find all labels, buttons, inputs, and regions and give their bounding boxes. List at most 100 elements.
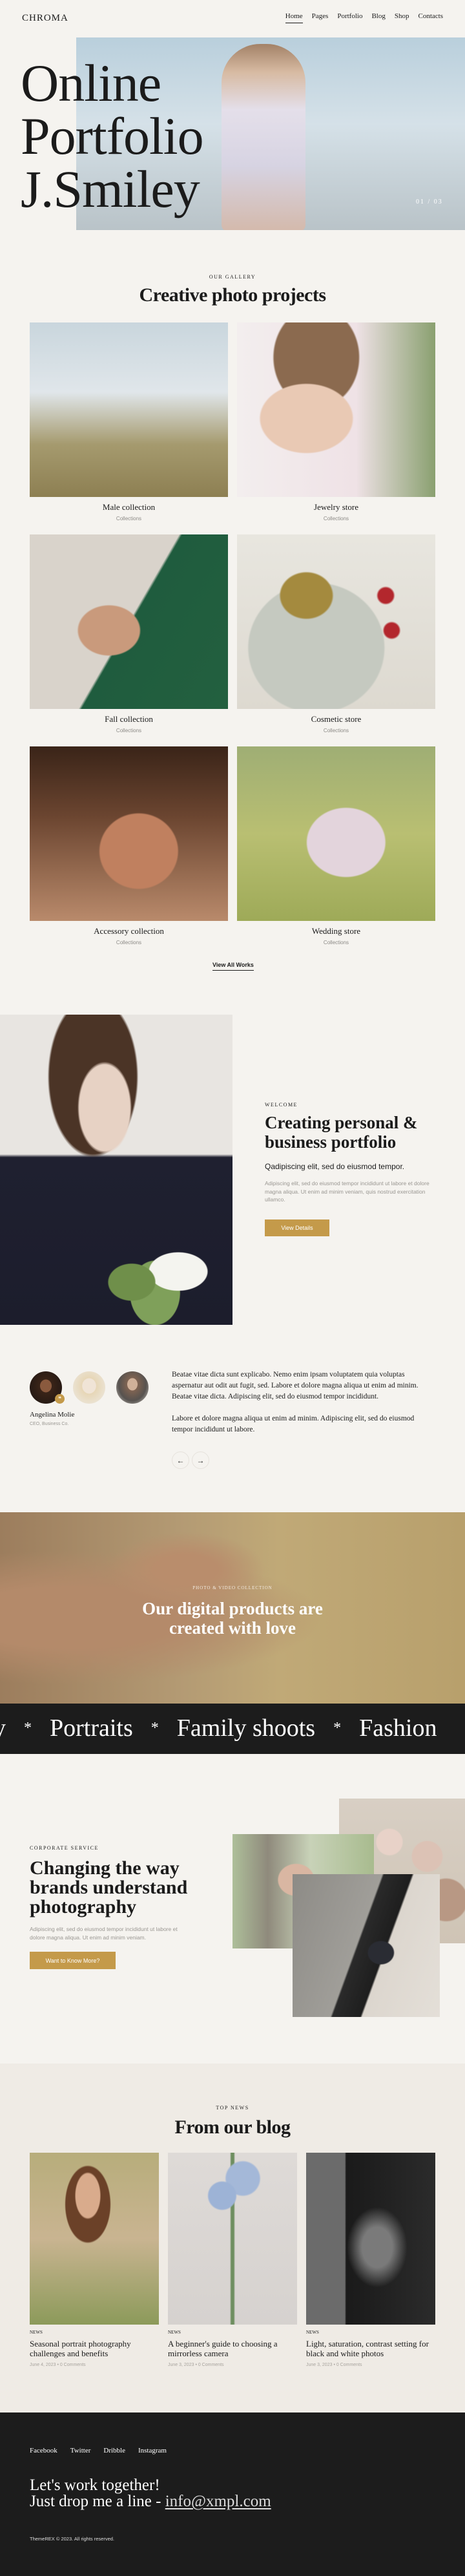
gallery-item-category[interactable]: Collections xyxy=(237,728,435,734)
blog-comments[interactable]: 0 Comments xyxy=(60,2363,86,2367)
blog-category[interactable]: NEWS xyxy=(30,2330,43,2335)
banner-title-line: created with love xyxy=(169,1618,296,1638)
gallery-item-category[interactable]: Collections xyxy=(237,940,435,945)
blog-post-title[interactable]: Light, saturation, contrast setting for … xyxy=(306,2339,435,2358)
gallery-image-accessory[interactable] xyxy=(30,746,228,921)
testimonial-name: Angelina Molie xyxy=(30,1411,75,1419)
gallery-item-category[interactable]: Collections xyxy=(30,728,228,734)
gallery-image-jewelry[interactable] xyxy=(237,322,435,497)
blog-category[interactable]: NEWS xyxy=(168,2330,181,2335)
welcome-flowers-image xyxy=(97,1218,213,1325)
services-marquee: y * Portraits * Family shoots * Fashion xyxy=(0,1704,465,1754)
view-all-works-link[interactable]: View All Works xyxy=(212,962,254,971)
logo[interactable]: CHROMA xyxy=(22,13,68,24)
hero-title-line: J.Smiley xyxy=(21,160,200,218)
gallery-image-cosmetic[interactable] xyxy=(237,534,435,709)
footer-cta-line: Let's work together! xyxy=(30,2476,160,2494)
dribble-link[interactable]: Dribble xyxy=(103,2447,125,2455)
slide-separator: / xyxy=(428,198,431,206)
blog-comments[interactable]: 0 Comments xyxy=(198,2363,224,2367)
gallery-item-title[interactable]: Male collection xyxy=(30,502,228,512)
hero-title-line: Online xyxy=(21,54,161,112)
corporate-title-line: photography xyxy=(30,1896,137,1917)
nav-shop[interactable]: Shop xyxy=(395,12,409,23)
marquee-item: Family shoots xyxy=(176,1715,316,1742)
testimonial-quote: Beatae vitae dicta sunt explicabo. Nemo … xyxy=(172,1369,437,1446)
facebook-link[interactable]: Facebook xyxy=(30,2447,57,2455)
welcome-eyebrow: WELCOME xyxy=(265,1102,298,1108)
gallery-title: Creative photo projects xyxy=(139,284,327,306)
gallery-image-wedding[interactable] xyxy=(237,746,435,921)
prev-arrow-icon[interactable]: ← xyxy=(172,1452,189,1469)
corporate-title-line: Changing the way xyxy=(30,1857,180,1879)
view-details-button[interactable]: View Details xyxy=(265,1219,329,1236)
blog-date[interactable]: June 3, 2023 xyxy=(168,2363,194,2367)
avatar-3[interactable] xyxy=(116,1371,149,1404)
banner-title: Our digital products are created with lo… xyxy=(0,1599,465,1638)
gallery-item-title[interactable]: Jewelry store xyxy=(237,502,435,512)
copyright: ThemeREX © 2023. All rights reserved. xyxy=(30,2536,115,2542)
avatar-2[interactable] xyxy=(73,1371,105,1404)
footer-cta: Let's work together! Just drop me a line… xyxy=(30,2477,271,2509)
gallery-item-title[interactable]: Cosmetic store xyxy=(237,714,435,724)
blog-image[interactable] xyxy=(30,2153,159,2325)
main-nav: Home Pages Portfolio Blog Shop Contacts xyxy=(285,12,443,23)
blog-post-title[interactable]: Seasonal portrait photography challenges… xyxy=(30,2339,159,2358)
blog-date[interactable]: June 4, 2023 xyxy=(30,2363,56,2367)
gallery-item-category[interactable]: Collections xyxy=(30,940,228,945)
nav-home[interactable]: Home xyxy=(285,12,303,23)
meta-separator: • xyxy=(57,2363,59,2367)
testimonial-role: CEO, Business Co. xyxy=(30,1422,69,1426)
testimonial-paragraph: Beatae vitae dicta sunt explicabo. Nemo … xyxy=(172,1371,418,1400)
gallery-item-title[interactable]: Fall collection xyxy=(30,714,228,724)
blog-date[interactable]: June 3, 2023 xyxy=(306,2363,332,2367)
welcome-title: Creating personal & business portfolio xyxy=(265,1113,418,1152)
gallery-eyebrow: OUR GALLERY xyxy=(209,274,256,280)
nav-contacts[interactable]: Contacts xyxy=(418,12,444,23)
welcome-title-line: business portfolio xyxy=(265,1132,397,1152)
gallery-image-fall[interactable] xyxy=(30,534,228,709)
hero-title-line: Portfolio xyxy=(21,107,204,165)
next-arrow-icon[interactable]: → xyxy=(192,1452,209,1469)
blog-post-title[interactable]: A beginner's guide to choosing a mirrorl… xyxy=(168,2339,297,2358)
asterisk-icon: * xyxy=(24,1719,32,1737)
gallery-item-category[interactable]: Collections xyxy=(237,516,435,522)
nav-pages[interactable]: Pages xyxy=(312,12,329,23)
want-to-know-more-button[interactable]: Want to Know More? xyxy=(30,1952,116,1969)
blog-category[interactable]: NEWS xyxy=(306,2330,319,2335)
testimonial-paragraph: Labore et dolore magna aliqua ut enim ad… xyxy=(172,1415,415,1433)
social-links: Facebook Twitter Dribble Instagram xyxy=(30,2447,167,2455)
asterisk-icon: * xyxy=(150,1719,159,1737)
blog-image[interactable] xyxy=(168,2153,297,2325)
marquee-item: Portraits xyxy=(50,1715,133,1742)
twitter-link[interactable]: Twitter xyxy=(70,2447,91,2455)
blog-title: From our blog xyxy=(174,2117,291,2138)
corporate-paragraph: Adipiscing elit, sed do eiusmod tempor i… xyxy=(30,1926,178,1941)
corporate-title-line: brands understand xyxy=(30,1877,188,1898)
nav-portfolio[interactable]: Portfolio xyxy=(337,12,362,23)
gallery-item-category[interactable]: Collections xyxy=(30,516,228,522)
hero-model-figure xyxy=(222,44,305,230)
gallery-image-male[interactable] xyxy=(30,322,228,497)
welcome-paragraph: Adipiscing elit, sed do eiusmod tempor i… xyxy=(265,1180,429,1203)
banner-title-line: Our digital products are xyxy=(142,1599,323,1618)
welcome-title-line: Creating personal & xyxy=(265,1113,418,1132)
gallery-item-title[interactable]: Wedding store xyxy=(237,926,435,936)
corporate-title: Changing the way brands understand photo… xyxy=(30,1859,204,1917)
footer-cta-prefix: Just drop me a line - xyxy=(30,2493,165,2510)
gallery-item-title[interactable]: Accessory collection xyxy=(30,926,228,936)
slide-counter: 01 / 03 xyxy=(416,198,443,206)
blog-comments[interactable]: 0 Comments xyxy=(336,2363,362,2367)
corporate-eyebrow: CORPORATE SERVICE xyxy=(30,1845,99,1851)
slide-total: 03 xyxy=(433,198,443,206)
blog-image[interactable] xyxy=(306,2153,435,2325)
instagram-link[interactable]: Instagram xyxy=(138,2447,167,2455)
meta-separator: • xyxy=(333,2363,335,2367)
email-link[interactable]: info@xmpl.com xyxy=(165,2493,271,2510)
marquee-item: y xyxy=(0,1714,6,1742)
blog-meta: June 4, 2023 • 0 Comments xyxy=(30,2363,86,2367)
footer-cta-line: Just drop me a line - info@xmpl.com xyxy=(30,2493,271,2509)
nav-blog[interactable]: Blog xyxy=(371,12,385,23)
hero-title: Online Portfolio J.Smiley xyxy=(21,54,204,218)
quote-icon: ❝ xyxy=(55,1394,65,1404)
